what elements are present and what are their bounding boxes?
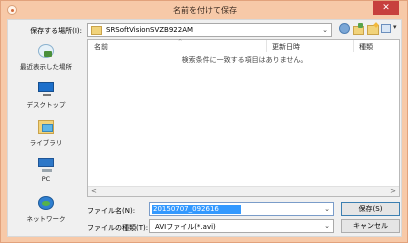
chevron-down-icon: ⌄ (322, 26, 328, 34)
libraries-icon (38, 120, 54, 134)
place-recent[interactable]: 最近表示した場所 (10, 42, 82, 78)
scroll-right-icon[interactable]: > (390, 187, 396, 195)
places-bar: 最近表示した場所 デスクトップ ライブラリ PC ネットワーク (10, 42, 82, 234)
app-icon (7, 5, 17, 15)
place-label: ライブラリ (29, 139, 63, 147)
filetype-label: ファイルの種類(T): (87, 224, 149, 232)
new-folder-icon[interactable] (367, 23, 379, 35)
file-list[interactable]: 名前 ^ 更新日時 種類 検索条件に一致する項目はありません。 < > (87, 39, 400, 197)
save-button[interactable]: 保存(S) (341, 202, 400, 216)
scroll-left-icon[interactable]: < (91, 187, 97, 195)
place-libraries[interactable]: ライブラリ (10, 118, 82, 154)
sort-ascending-icon: ^ (178, 39, 183, 45)
title-bar[interactable]: 名前を付けて保存 ✕ (1, 1, 407, 19)
view-menu-button[interactable]: ▾ (381, 23, 399, 34)
view-menu-icon (381, 24, 391, 33)
filetype-value: AVIファイル(*.avi) (155, 223, 216, 231)
window-title: 名前を付けて保存 (173, 6, 237, 15)
place-label: PC (41, 175, 51, 183)
chevron-down-icon[interactable]: ⌄ (324, 205, 330, 213)
place-label: デスクトップ (26, 101, 66, 109)
back-icon[interactable] (339, 23, 350, 34)
horizontal-scrollbar[interactable]: < > (88, 186, 399, 196)
chevron-down-icon: ⌄ (324, 222, 330, 230)
filename-label: ファイル名(N): (87, 207, 136, 215)
save-in-label: 保存する場所(I): (30, 27, 82, 35)
column-header-name[interactable]: 名前 (94, 42, 108, 52)
place-label: 最近表示した場所 (20, 63, 72, 71)
column-divider[interactable] (266, 40, 267, 52)
dialog-body: 保存する場所(I): SRSoftVisionSVZB922AM ⌄ ▾ 最近表… (7, 19, 402, 237)
desktop-icon (38, 82, 54, 96)
column-header-modified[interactable]: 更新日時 (272, 42, 300, 52)
pc-icon (38, 158, 54, 172)
column-header-type[interactable]: 種類 (359, 42, 373, 52)
cancel-button[interactable]: キャンセル (341, 219, 400, 233)
empty-list-message: 検索条件に一致する項目はありません。 (181, 56, 308, 64)
view-menu-caret: ▾ (393, 23, 397, 31)
filename-value: 20150707_092616 (153, 205, 219, 213)
place-pc[interactable]: PC (10, 156, 82, 192)
place-label: ネットワーク (26, 215, 66, 223)
close-button[interactable]: ✕ (373, 1, 399, 15)
save-in-folder-dropdown[interactable]: SRSoftVisionSVZB922AM ⌄ (87, 23, 332, 37)
network-icon (38, 196, 54, 210)
save-as-dialog: 名前を付けて保存 ✕ 保存する場所(I): SRSoftVisionSVZB92… (0, 0, 408, 243)
save-in-folder-name: SRSoftVisionSVZB922AM (106, 26, 194, 34)
folder-icon (91, 26, 102, 35)
filetype-dropdown[interactable]: AVIファイル(*.avi) ⌄ (149, 219, 334, 233)
filename-input[interactable]: 20150707_092616 ⌄ (149, 202, 334, 216)
place-network[interactable]: ネットワーク (10, 194, 82, 230)
place-desktop[interactable]: デスクトップ (10, 80, 82, 116)
up-one-level-icon[interactable] (353, 23, 364, 35)
recent-places-icon (38, 44, 54, 58)
column-divider[interactable] (353, 40, 354, 52)
